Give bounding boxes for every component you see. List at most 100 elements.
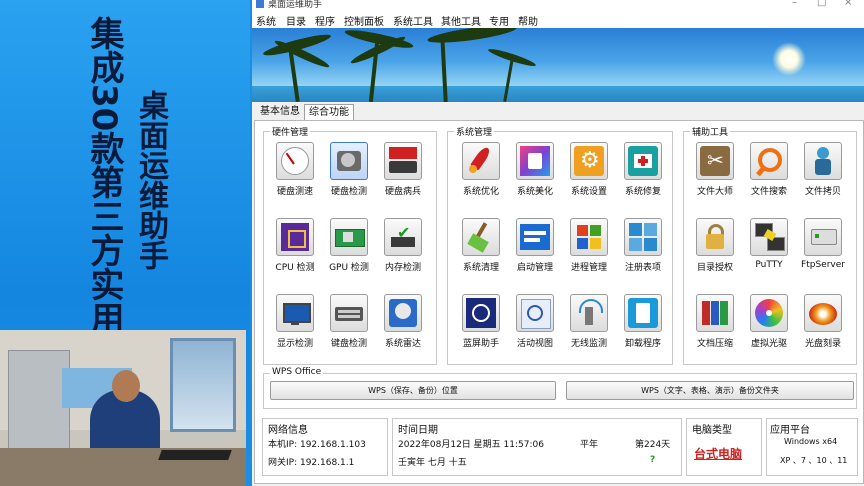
rocket-icon bbox=[462, 142, 500, 180]
day-of-year: 第224天 bbox=[635, 440, 671, 450]
tool-system-clean[interactable]: 系统清理 bbox=[454, 218, 508, 273]
menu-programs[interactable]: 程序 bbox=[315, 13, 335, 28]
platform-versions: XP 、7 、10 、11 bbox=[780, 456, 848, 465]
memory-check-icon: ✔ bbox=[384, 218, 422, 256]
magnifier-window-icon bbox=[516, 294, 554, 332]
cd-drive-icon bbox=[750, 294, 788, 332]
hard-disk-icon bbox=[330, 142, 368, 180]
help-button[interactable]: ? bbox=[650, 455, 655, 465]
minimize-icon[interactable]: – bbox=[792, 0, 797, 8]
scissors-icon: ✂ bbox=[696, 142, 734, 180]
group-wps-label: WPS Office bbox=[270, 367, 324, 377]
tab-comprehensive[interactable]: 综合功能 bbox=[304, 104, 354, 120]
tool-bluescreen[interactable]: 蓝屏助手 bbox=[454, 294, 508, 349]
satellite-dish-icon bbox=[384, 294, 422, 332]
presenter-photo bbox=[0, 330, 246, 486]
tool-activity-view[interactable]: 活动视图 bbox=[508, 294, 562, 349]
tool-process-manage[interactable]: 进程管理 bbox=[562, 218, 616, 273]
bluescreen-icon bbox=[462, 294, 500, 332]
tool-system-settings[interactable]: ⚙ 系统设置 bbox=[562, 142, 616, 197]
tool-disk-speed[interactable]: 硬盘测速 bbox=[268, 142, 322, 197]
group-hardware: 硬件管理 硬盘测速 硬盘检测 硬盘病兵 CPU 检测 GPU 检测 ✔ 内存检测… bbox=[263, 125, 437, 365]
lunar-date: 壬寅年 七月 十五 bbox=[398, 458, 467, 468]
wps-backup-folder-button[interactable]: WPS（文字、表格、演示）备份文件夹 bbox=[566, 381, 854, 400]
menu-control-panel[interactable]: 控制面板 bbox=[344, 13, 384, 28]
tool-disk-health[interactable]: 硬盘病兵 bbox=[376, 142, 430, 197]
menu-system-tools[interactable]: 系统工具 bbox=[393, 13, 433, 28]
tab-basic-info[interactable]: 基本信息 bbox=[256, 104, 304, 119]
datetime-label: 时间日期 bbox=[398, 425, 438, 436]
tool-system-beautify[interactable]: 系统美化 bbox=[508, 142, 562, 197]
monitor-icon bbox=[276, 294, 314, 332]
pc-type-label: 电脑类型 bbox=[692, 425, 732, 436]
tool-registry[interactable]: 注册表项 bbox=[616, 218, 670, 273]
server-icon bbox=[804, 218, 842, 256]
group-system-label: 系统管理 bbox=[454, 125, 495, 138]
tool-startup-manage[interactable]: 启动管理 bbox=[508, 218, 562, 273]
search-icon bbox=[750, 142, 788, 180]
wps-save-location-button[interactable]: WPS（保存、备份）位置 bbox=[270, 381, 556, 400]
lock-icon bbox=[696, 218, 734, 256]
tool-file-copy[interactable]: 文件拷贝 bbox=[796, 142, 850, 197]
gateway-ip: 网关IP: 192.168.1.1 bbox=[268, 458, 355, 468]
overlay-sub-title: 桌面运维助手 bbox=[133, 90, 168, 270]
group-hardware-label: 硬件管理 bbox=[270, 125, 311, 138]
tool-dir-permission[interactable]: 目录授权 bbox=[688, 218, 742, 273]
archive-books-icon bbox=[696, 294, 734, 332]
tool-putty[interactable]: PuTTY bbox=[742, 218, 796, 270]
first-aid-icon bbox=[624, 142, 662, 180]
startup-window-icon bbox=[516, 218, 554, 256]
disc-burn-icon bbox=[804, 294, 842, 332]
tool-ftp-server[interactable]: FtpServer bbox=[796, 218, 850, 270]
menu-help[interactable]: 帮助 bbox=[518, 13, 538, 28]
tool-disc-burn[interactable]: 光盘刻录 bbox=[796, 294, 850, 349]
window-title: 桌面运维助手 bbox=[268, 0, 323, 10]
keyboard-icon bbox=[330, 294, 368, 332]
title-bar: 桌面运维助手 – □ × bbox=[252, 0, 864, 10]
network-info-label: 网络信息 bbox=[268, 425, 308, 436]
tool-keyboard-check[interactable]: 键盘检测 bbox=[322, 294, 376, 349]
broom-icon bbox=[462, 218, 500, 256]
wireless-icon bbox=[570, 294, 608, 332]
tool-system-repair[interactable]: 系统修复 bbox=[616, 142, 670, 197]
tool-file-master[interactable]: ✂ 文件大师 bbox=[688, 142, 742, 197]
disk-health-icon bbox=[384, 142, 422, 180]
gear-icon: ⚙ bbox=[570, 142, 608, 180]
app-icon bbox=[256, 0, 264, 8]
tool-virtual-drive[interactable]: 虚拟光驱 bbox=[742, 294, 796, 349]
tool-wireless-monitor[interactable]: 无线监测 bbox=[562, 294, 616, 349]
tool-disk-check[interactable]: 硬盘检测 bbox=[322, 142, 376, 197]
menu-directory[interactable]: 目录 bbox=[286, 13, 306, 28]
year-type: 平年 bbox=[580, 440, 599, 450]
tool-system-radar[interactable]: 系统雷达 bbox=[376, 294, 430, 349]
local-ip: 本机IP: 192.168.1.103 bbox=[268, 440, 366, 450]
header-banner bbox=[252, 28, 864, 102]
cpu-icon bbox=[276, 218, 314, 256]
close-icon[interactable]: × bbox=[844, 0, 852, 8]
maximize-icon[interactable]: □ bbox=[817, 0, 826, 8]
group-aux-label: 辅助工具 bbox=[690, 125, 731, 138]
app-window: 桌面运维助手 – □ × 系统 目录 程序 控制面板 系统工具 其他工具 专用 … bbox=[252, 0, 864, 486]
tab-strip: 基本信息 综合功能 bbox=[252, 104, 864, 120]
gpu-card-icon bbox=[330, 218, 368, 256]
tool-file-search[interactable]: 文件搜索 bbox=[742, 142, 796, 197]
pc-type-value[interactable]: 台式电脑 bbox=[694, 445, 742, 462]
menu-system[interactable]: 系统 bbox=[256, 13, 276, 28]
menu-special[interactable]: 专用 bbox=[489, 13, 509, 28]
tool-uninstall[interactable]: 卸载程序 bbox=[616, 294, 670, 349]
copy-robot-icon bbox=[804, 142, 842, 180]
current-date: 2022年08月12日 星期五 11:57:06 bbox=[398, 440, 544, 450]
menu-other-tools[interactable]: 其他工具 bbox=[441, 13, 481, 28]
gauge-icon bbox=[276, 142, 314, 180]
tool-cpu-check[interactable]: CPU 检测 bbox=[268, 218, 322, 273]
group-aux: 辅助工具 ✂ 文件大师 文件搜索 文件拷贝 目录授权 PuTTY FtpServ… bbox=[683, 125, 857, 365]
putty-terminal-icon bbox=[750, 218, 788, 256]
tool-doc-compress[interactable]: 文档压缩 bbox=[688, 294, 742, 349]
group-system: 系统管理 系统优化 系统美化 ⚙ 系统设置 系统修复 系统清理 启动管理 进程管… bbox=[447, 125, 673, 365]
tool-display-check[interactable]: 显示检测 bbox=[268, 294, 322, 349]
tool-memory-check[interactable]: ✔ 内存检测 bbox=[376, 218, 430, 273]
tool-gpu-check[interactable]: GPU 检测 bbox=[322, 218, 376, 273]
tshirt-icon bbox=[516, 142, 554, 180]
platform-os: Windows x64 bbox=[784, 437, 838, 446]
tool-system-optimize[interactable]: 系统优化 bbox=[454, 142, 508, 197]
